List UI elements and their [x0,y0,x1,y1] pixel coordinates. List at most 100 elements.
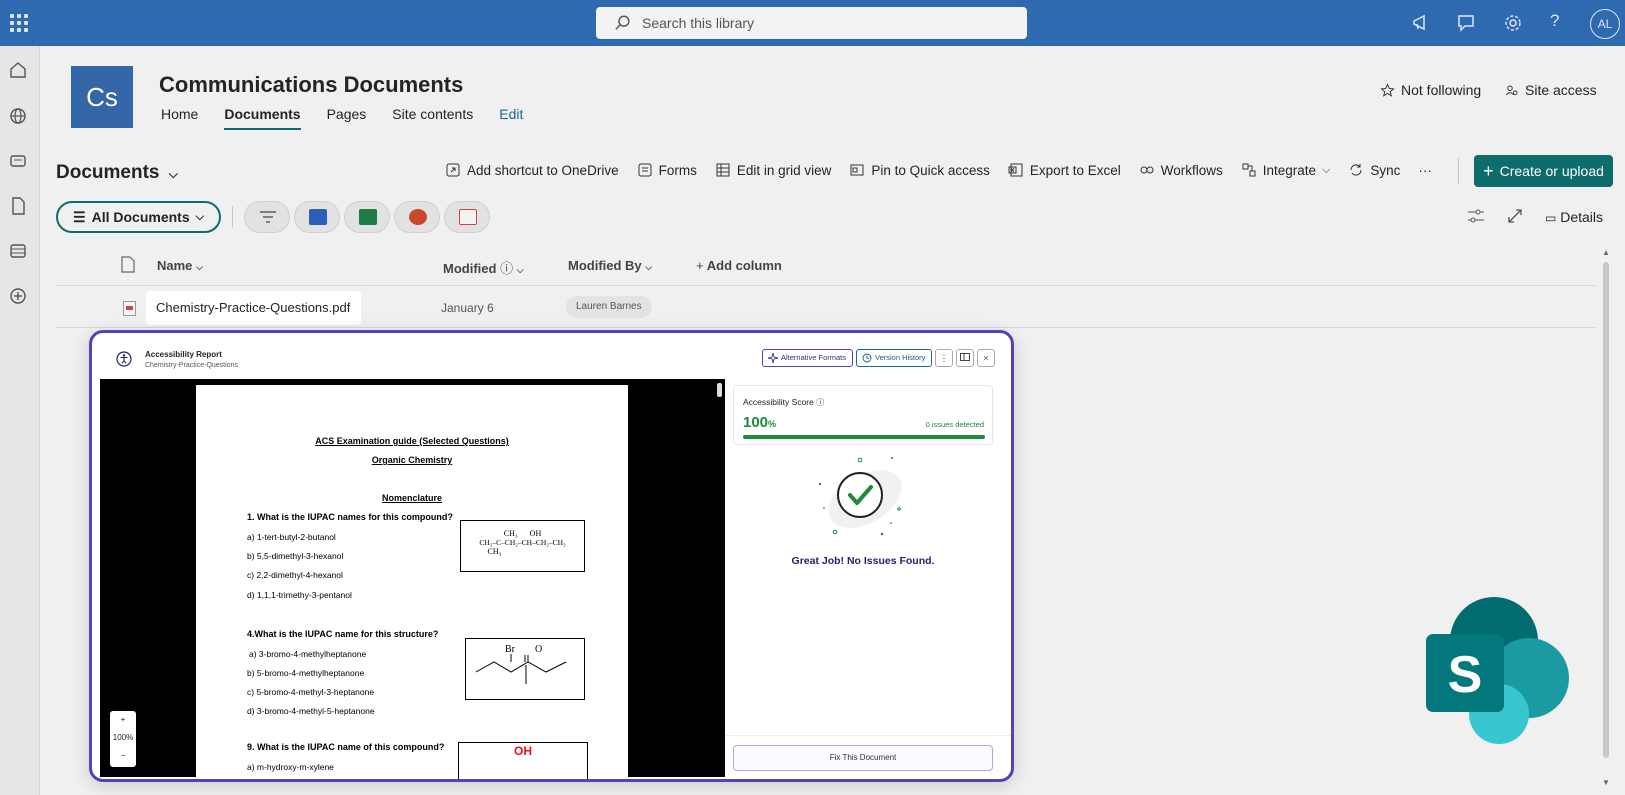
nav-pages[interactable]: Pages [327,106,367,130]
pin-button[interactable]: Pin to Quick access [849,162,990,178]
close-button[interactable]: × [977,349,995,367]
shortcut-icon [446,163,460,177]
chemical-structure-3: OH [458,742,588,779]
help-icon[interactable]: ? [1550,11,1570,31]
grid-icon [716,163,730,177]
gear-icon[interactable] [1503,13,1523,33]
news-icon[interactable] [8,151,28,171]
divider [725,735,1011,736]
zoom-out-button[interactable]: − [110,747,136,765]
accessibility-icon [116,351,132,367]
scrollbar[interactable]: ▲ ▼ [1600,248,1610,788]
nav-documents[interactable]: Documents [224,106,301,130]
add-column-button[interactable]: + Add column [696,258,782,273]
nav-home[interactable]: Home [161,106,198,130]
chevron-down-icon: ⌵ [516,265,524,275]
modal-title: Accessibility Report [145,350,222,359]
search-box[interactable]: Search this library [596,7,1027,39]
command-bar: Add shortcut to OneDrive Forms Edit in g… [445,162,1432,178]
add-shortcut-button[interactable]: Add shortcut to OneDrive [445,162,619,178]
people-icon [1505,85,1518,95]
more-commands-button[interactable]: ··· [1418,163,1432,178]
column-modified[interactable]: Modified ⓘ ⌵ [443,258,524,277]
create-or-upload-button[interactable]: + Create or upload [1474,155,1613,187]
filter-button[interactable] [244,201,290,233]
document-icon[interactable] [8,196,28,216]
integrate-button[interactable]: Integrate ⌵ [1241,162,1330,178]
forms-button[interactable]: Forms [637,162,697,178]
expand-icon[interactable] [1507,208,1523,224]
feedback-icon[interactable] [1456,13,1476,33]
nav-site-contents[interactable]: Site contents [392,106,473,130]
scrollbar-thumb[interactable] [1603,262,1609,758]
app-launcher-icon[interactable] [10,14,28,32]
more-options-button[interactable]: ⋮ [935,349,953,367]
zoom-in-button[interactable]: + [110,711,136,729]
version-history-button[interactable]: Version History [856,349,933,367]
home-icon[interactable] [8,60,28,80]
site-access-label: Site access [1525,82,1597,98]
panel-toggle-button[interactable] [956,349,974,367]
pdf-answer: a) 1-tert-butyl-2-butanol [247,532,336,542]
powerpoint-filter-button[interactable] [394,201,440,233]
history-icon [862,353,872,363]
score-value: 100% [743,414,777,431]
divider [232,206,233,228]
file-type-icon[interactable] [121,256,135,273]
alternative-formats-button[interactable]: Alternative Formats [762,349,854,367]
info-icon[interactable]: ⓘ [816,398,824,407]
excel-filter-button[interactable] [344,201,390,233]
site-title[interactable]: Communications Documents [159,72,463,98]
pdf-viewer[interactable]: ACS Examination guide (Selected Question… [100,379,725,779]
grid-view-button[interactable]: Edit in grid view [715,162,831,178]
column-modified-by[interactable]: Modified By ⌵ [568,258,652,273]
site-logo[interactable]: Cs [71,66,133,128]
site-access-button[interactable]: Site access [1504,82,1597,98]
lists-icon[interactable] [8,241,28,261]
workflows-button[interactable]: Workflows [1139,162,1223,178]
filter-icon [260,211,276,223]
info-icon: ⓘ [500,261,514,276]
avatar[interactable]: AL [1590,9,1620,39]
score-progress-bar [743,435,985,439]
modal-subtitle: Chemistry-Practice-Questions [145,362,238,369]
site-navigation: Home Documents Pages Site contents Edit [161,106,523,130]
globe-icon[interactable] [8,106,28,126]
nav-edit[interactable]: Edit [499,106,523,130]
create-icon[interactable] [8,286,28,306]
fix-document-button[interactable]: Fix This Document [733,745,993,771]
view-options-icon[interactable] [1467,208,1485,224]
file-name-link[interactable]: Chemistry-Practice-Questions.pdf [146,291,361,325]
powerpoint-icon [409,209,427,225]
follow-button[interactable]: Not following [1380,82,1481,98]
pdf-section-title: Nomenclature [381,493,443,503]
file-modified-by[interactable]: Lauren Barnes [566,296,652,318]
viewer-scrollbar[interactable] [717,383,722,397]
pdf-answer: d) 3-bromo-4-methyl-5-heptanone [247,706,375,716]
library-title[interactable]: Documents ⌵ [56,162,178,184]
divider [1458,158,1459,184]
pdf-subheading: Organic Chemistry [371,455,453,465]
svg-text:S: S [1448,646,1483,704]
pdf-icon [459,209,477,225]
accessibility-report-modal: Accessibility Report Chemistry-Practice-… [89,330,1014,782]
word-filter-button[interactable] [294,201,340,233]
scroll-down-icon[interactable]: ▼ [1602,778,1610,787]
export-excel-button[interactable]: Export to Excel [1008,162,1121,178]
svg-text:Br: Br [505,644,516,655]
scroll-up-icon[interactable]: ▲ [1602,248,1610,257]
column-name[interactable]: Name ⌵ [157,258,203,273]
chevron-down-icon: ⌵ [195,210,204,223]
details-button[interactable]: ▭ Details [1545,209,1603,225]
chevron-down-icon: ⌵ [196,262,203,272]
view-selector[interactable]: ☰ All Documents ⌵ [56,201,221,233]
sync-button[interactable]: Sync [1348,162,1400,178]
search-placeholder: Search this library [642,15,755,31]
details-icon: ▭ [1545,211,1557,225]
megaphone-icon[interactable] [1411,13,1431,33]
pdf-filter-button[interactable] [444,201,490,233]
pdf-answer: c) 5-bromo-4-methyl-3-heptanone [247,687,375,697]
panel-icon [960,353,970,361]
pdf-page: ACS Examination guide (Selected Question… [196,385,628,779]
integrate-icon [1242,163,1256,177]
